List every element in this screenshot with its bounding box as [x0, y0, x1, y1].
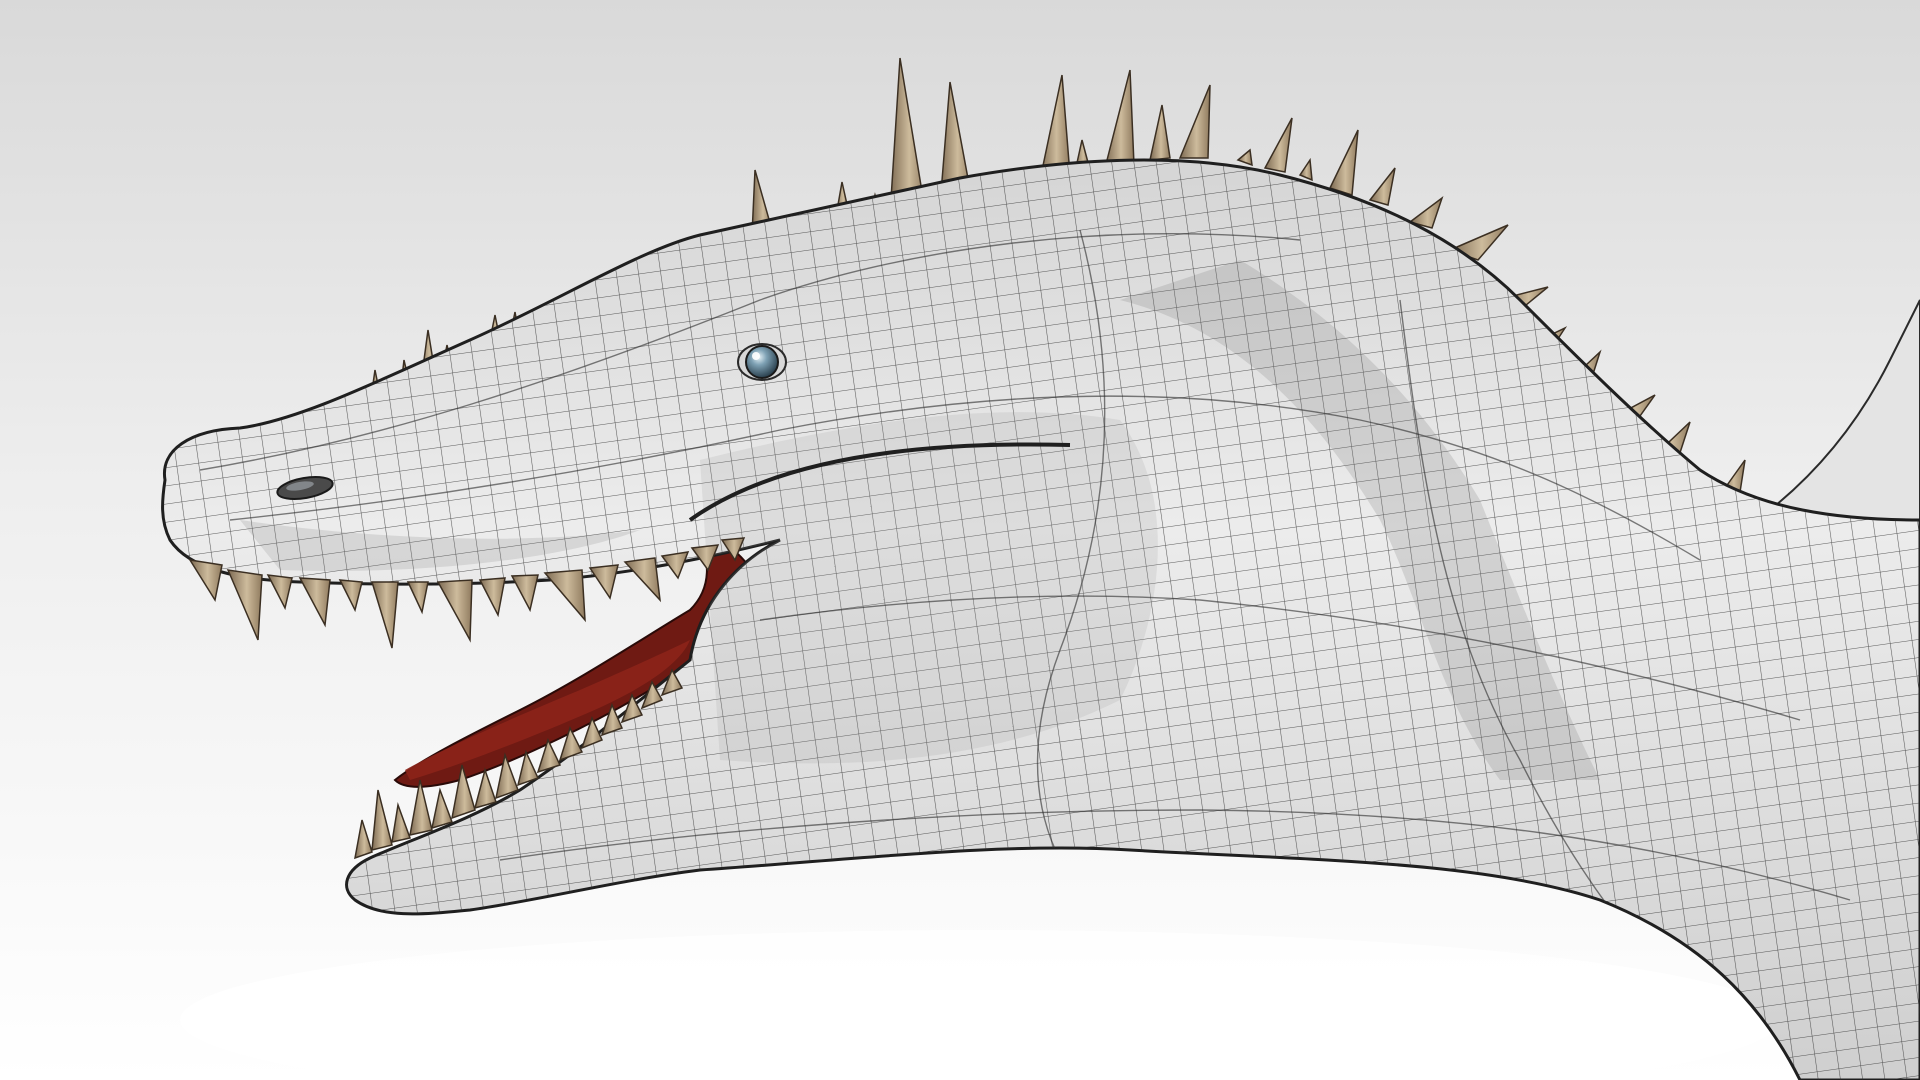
eye — [737, 343, 787, 381]
render-viewport — [0, 0, 1920, 1080]
dinosaur-render — [0, 0, 1920, 1080]
